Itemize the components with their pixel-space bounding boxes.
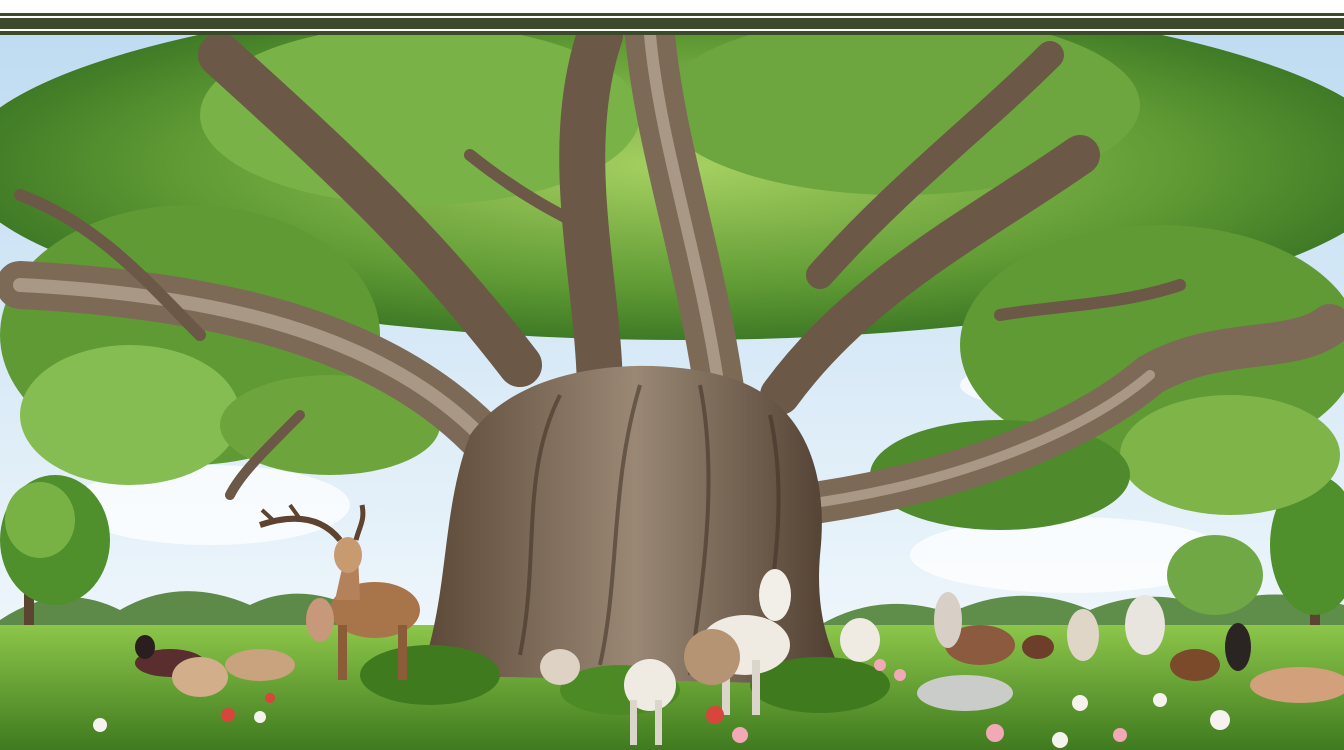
top-border-rule [0, 13, 1344, 35]
image-frame [0, 0, 1344, 750]
forest-meadow-scene [0, 35, 1344, 750]
rocks [917, 675, 1013, 711]
